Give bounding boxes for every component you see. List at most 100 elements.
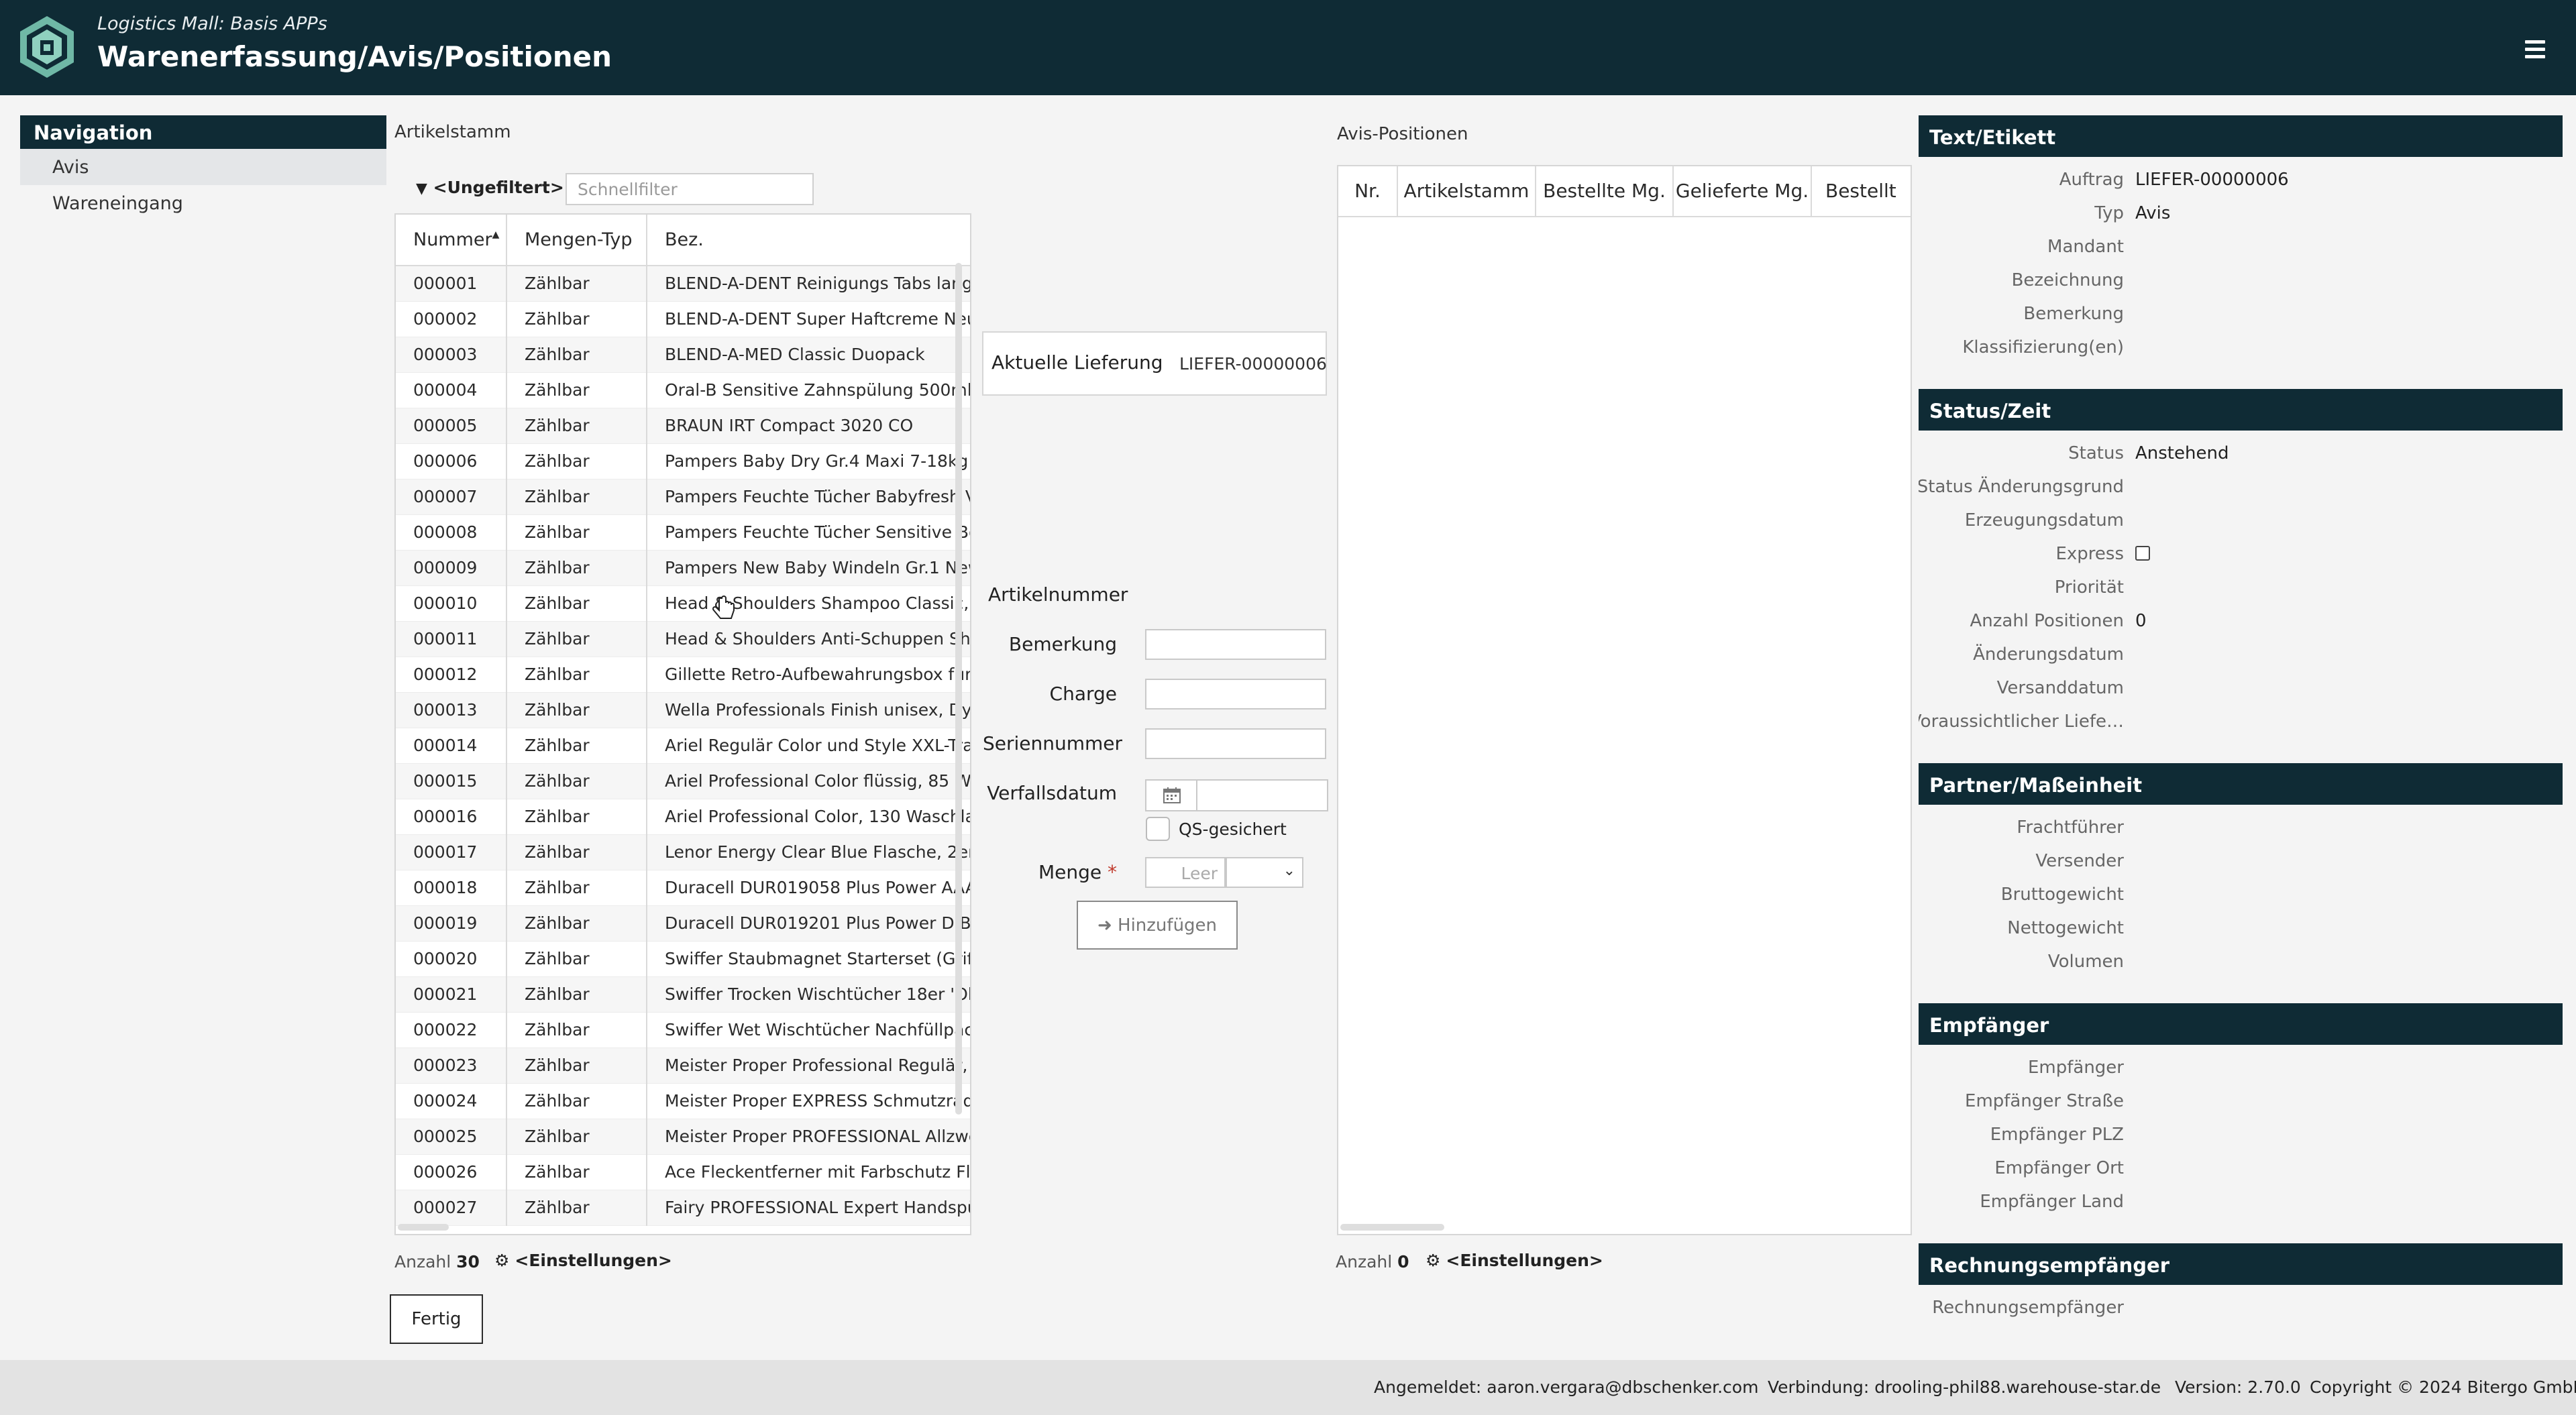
- panel-field-row: Voraussichtlicher Liefe…: [1919, 704, 2563, 738]
- artikelstamm-vertical-scrollbar[interactable]: [955, 263, 962, 1115]
- panel-section-title[interactable]: Rechnungsempfänger: [1919, 1243, 2563, 1285]
- table-row[interactable]: 000002 Zählbar BLEND-A-DENT Super Haftcrem…: [396, 301, 970, 337]
- cell-mengen-typ: Zählbar: [506, 728, 647, 764]
- column-header-gelieferte-mg[interactable]: Gelieferte Mg.: [1674, 166, 1812, 216]
- express-checkbox[interactable]: [2135, 546, 2150, 561]
- table-row[interactable]: 000012 Zählbar Gillette Retro-Aufbewahrung…: [396, 657, 970, 693]
- filter-label: <Ungefiltert>: [433, 178, 564, 197]
- table-row[interactable]: 000024 Zählbar Meister Proper EXPRESS Schm…: [396, 1083, 970, 1119]
- table-row[interactable]: 000011 Zählbar Head & Shoulders Anti-Schup…: [396, 621, 970, 657]
- table-row[interactable]: 000004 Zählbar Oral-B Sensitive Zahnspülun…: [396, 372, 970, 408]
- cell-bez: Head & Shoulders Anti-Schuppen Shan: [647, 621, 970, 657]
- panel-field-row: Versanddatum: [1919, 671, 2563, 704]
- cell-bez: Meister Proper EXPRESS Schmutzradie: [647, 1083, 970, 1119]
- table-row[interactable]: 000018 Zählbar Duracell DUR019058 Plus Pow…: [396, 870, 970, 906]
- cell-mengen-typ: Zählbar: [506, 657, 647, 693]
- artikelstamm-count: Anzahl 30: [394, 1252, 480, 1271]
- table-row[interactable]: 000009 Zählbar Pampers New Baby Windeln Gr…: [396, 550, 970, 586]
- panel-field-label: Typ: [2094, 203, 2124, 223]
- panel-section-title[interactable]: Status/Zeit: [1919, 389, 2563, 431]
- table-row[interactable]: 000016 Zählbar Ariel Professional Color, 1…: [396, 799, 970, 835]
- bemerkung-input[interactable]: [1145, 629, 1326, 660]
- column-header-bez[interactable]: Bez.: [647, 215, 970, 266]
- panel-field-label: Priorität: [2054, 577, 2124, 598]
- table-row[interactable]: 000025 Zählbar Meister Proper PROFESSIONAL…: [396, 1119, 970, 1155]
- done-button[interactable]: Fertig: [390, 1294, 483, 1344]
- column-header-bestellte-mg[interactable]: Bestellte Mg.: [1536, 166, 1674, 216]
- arrow-right-icon: ➜: [1097, 915, 1112, 936]
- cell-nummer: 000007: [396, 479, 507, 515]
- table-row[interactable]: 000020 Zählbar Swiffer Staubmagnet Starter…: [396, 941, 970, 977]
- nav-item-avis[interactable]: Avis: [20, 149, 386, 185]
- cell-bez: Gillette Retro-Aufbewahrungsbox für: [647, 657, 970, 693]
- table-row[interactable]: 000008 Zählbar Pampers Feuchte Tücher Sens…: [396, 514, 970, 551]
- table-row[interactable]: 000006 Zählbar Pampers Baby Dry Gr.4 Maxi …: [396, 443, 970, 479]
- seriennummer-input[interactable]: [1145, 728, 1326, 759]
- artikelnummer-label: Artikelnummer: [988, 583, 1128, 606]
- avis-settings-button[interactable]: ⚙ <Einstellungen>: [1426, 1251, 1603, 1270]
- panel-field-row: Mandant: [1919, 229, 2563, 263]
- app-subtitle: Logistics Mall: Basis APPs: [97, 13, 327, 34]
- column-header-artikelstamm[interactable]: Artikelstamm: [1398, 166, 1536, 216]
- panel-field-row: Empfänger Land: [1919, 1184, 2563, 1218]
- cell-bez: Pampers Feuchte Tücher Babyfresh Vo: [647, 479, 970, 515]
- charge-input[interactable]: [1145, 679, 1326, 710]
- table-row[interactable]: 000001 Zählbar BLEND-A-DENT Reinigungs Tab…: [396, 266, 970, 302]
- menge-input[interactable]: Leer: [1145, 857, 1226, 888]
- avis-horizontal-scrollbar[interactable]: [1340, 1224, 1444, 1231]
- panel-field-row: Express: [1919, 536, 2563, 570]
- cell-mengen-typ: Zählbar: [506, 408, 647, 444]
- cell-nummer: 000001: [396, 266, 507, 302]
- table-row[interactable]: 000027 Zählbar Fairy PROFESSIONAL Expert H…: [396, 1190, 970, 1226]
- cell-bez: Ariel Professional Color, 130 Waschlad: [647, 799, 970, 835]
- cell-bez: BLEND-A-DENT Super Haftcreme Neut: [647, 301, 970, 337]
- column-header-nr[interactable]: Nr.: [1338, 166, 1398, 216]
- table-row[interactable]: 000014 Zählbar Ariel Regulär Color und Sty…: [396, 728, 970, 764]
- column-header-mengen-typ[interactable]: Mengen-Typ: [506, 215, 647, 266]
- table-row[interactable]: 000013 Zählbar Wella Professionals Finish …: [396, 692, 970, 728]
- logged-in-user: Angemeldet: aaron.vergara@dbschenker.com: [1374, 1377, 1759, 1397]
- quickfilter-input[interactable]: [566, 173, 814, 205]
- cell-mengen-typ: Zählbar: [506, 1119, 647, 1155]
- panel-field-label: Nettogewicht: [2007, 918, 2124, 938]
- table-row[interactable]: 000015 Zählbar Ariel Professional Color fl…: [396, 763, 970, 799]
- table-row[interactable]: 000010 Zählbar Head & Shoulders Shampoo Cl…: [396, 585, 970, 622]
- table-row[interactable]: 000022 Zählbar Swiffer Wet Wischtücher Nac…: [396, 1012, 970, 1048]
- table-row[interactable]: 000019 Zählbar Duracell DUR019201 Plus Pow…: [396, 905, 970, 942]
- panel-section-title[interactable]: Partner/Maßeinheit: [1919, 763, 2563, 805]
- artikelstamm-horizontal-scrollbar[interactable]: [398, 1224, 449, 1231]
- panel-field-row: Empfänger PLZ: [1919, 1117, 2563, 1151]
- details-panel-scrollbar[interactable]: [2567, 115, 2575, 1343]
- panel-section-title[interactable]: Text/Etikett: [1919, 115, 2563, 157]
- verfallsdatum-input[interactable]: [1196, 779, 1328, 811]
- artikelstamm-settings-button[interactable]: ⚙ <Einstellungen>: [494, 1251, 672, 1270]
- hamburger-menu-icon[interactable]: [2525, 40, 2545, 58]
- table-row[interactable]: 000007 Zählbar Pampers Feuchte Tücher Baby…: [396, 479, 970, 515]
- panel-section-body: Status Anstehend Status Änderungsgrund Erze…: [1919, 431, 2563, 750]
- qs-gesichert-label: QS-gesichert: [1179, 819, 1287, 839]
- table-row[interactable]: 000003 Zählbar BLEND-A-MED Classic Duopack: [396, 337, 970, 373]
- table-row[interactable]: 000023 Zählbar Meister Proper Professional…: [396, 1048, 970, 1084]
- cell-nummer: 000005: [396, 408, 507, 444]
- table-row[interactable]: 000026 Zählbar Ace Fleckentferner mit Farb…: [396, 1154, 970, 1190]
- panel-section-title[interactable]: Empfänger: [1919, 1003, 2563, 1045]
- filter-button[interactable]: ▼ <Ungefiltert>: [416, 178, 564, 197]
- column-header-bestellt[interactable]: Bestellt: [1812, 166, 1911, 216]
- cell-nummer: 000021: [396, 976, 507, 1013]
- add-button[interactable]: ➜ Hinzufügen: [1077, 901, 1238, 950]
- panel-section-body: Frachtführer Versender Bruttogewicht Nettog…: [1919, 805, 2563, 990]
- menge-unit-select[interactable]: ⌄: [1226, 857, 1303, 888]
- qs-gesichert-checkbox[interactable]: [1146, 817, 1170, 841]
- table-row[interactable]: 000017 Zählbar Lenor Energy Clear Blue Fla…: [396, 834, 970, 870]
- panel-field-row: Bezeichnung: [1919, 263, 2563, 296]
- cell-mengen-typ: Zählbar: [506, 1190, 647, 1226]
- table-row[interactable]: 000005 Zählbar BRAUN IRT Compact 3020 CO: [396, 408, 970, 444]
- column-header-nummer[interactable]: Nummer▲: [396, 215, 507, 266]
- panel-field-row: Versender: [1919, 844, 2563, 877]
- cell-nummer: 000011: [396, 621, 507, 657]
- table-row[interactable]: 000021 Zählbar Swiffer Trocken Wischtücher…: [396, 976, 970, 1013]
- date-picker-button[interactable]: [1145, 779, 1197, 811]
- nav-item-wareneingang[interactable]: Wareneingang: [20, 185, 386, 221]
- cell-mengen-typ: Zählbar: [506, 621, 647, 657]
- navigation-panel: Navigation Avis Wareneingang: [20, 115, 386, 221]
